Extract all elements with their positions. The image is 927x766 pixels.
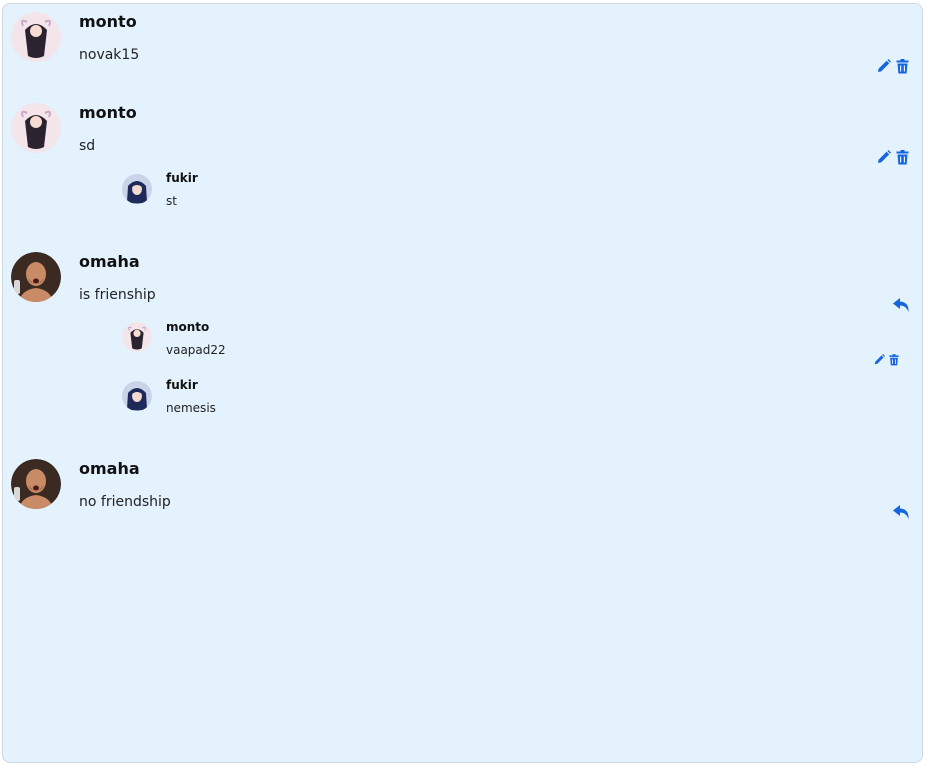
comment-author: monto: [79, 103, 137, 122]
fighter-photo-avatar: [11, 459, 61, 509]
comment-text: no friendship: [79, 494, 171, 510]
reply-icon[interactable]: [893, 505, 910, 520]
blue-hair-avatar: [122, 381, 152, 411]
comment-text: is frienship: [79, 287, 156, 303]
anime-girl-avatar: [11, 103, 61, 153]
reply-text: nemesis: [166, 401, 216, 415]
delete-icon[interactable]: [896, 150, 909, 165]
edit-icon[interactable]: [877, 59, 891, 73]
blue-hair-avatar: [122, 174, 152, 204]
comment-author: omaha: [79, 459, 140, 478]
comment-author: omaha: [79, 252, 140, 271]
reply-author: fukir: [166, 378, 198, 392]
reply-text: vaapad22: [166, 343, 226, 357]
reply-text: st: [166, 194, 177, 208]
comment-text: sd: [79, 138, 96, 154]
fighter-photo-avatar: [11, 252, 61, 302]
comment-author: monto: [79, 12, 137, 31]
reply-icon[interactable]: [893, 298, 910, 313]
reply-author: fukir: [166, 171, 198, 185]
reply-author: monto: [166, 320, 210, 334]
anime-girl-avatar: [122, 322, 152, 352]
delete-icon[interactable]: [889, 354, 899, 366]
edit-icon[interactable]: [874, 354, 885, 365]
edit-icon[interactable]: [877, 150, 891, 164]
comment-text: novak15: [79, 47, 140, 63]
delete-icon[interactable]: [896, 59, 909, 74]
anime-girl-avatar: [11, 12, 61, 62]
